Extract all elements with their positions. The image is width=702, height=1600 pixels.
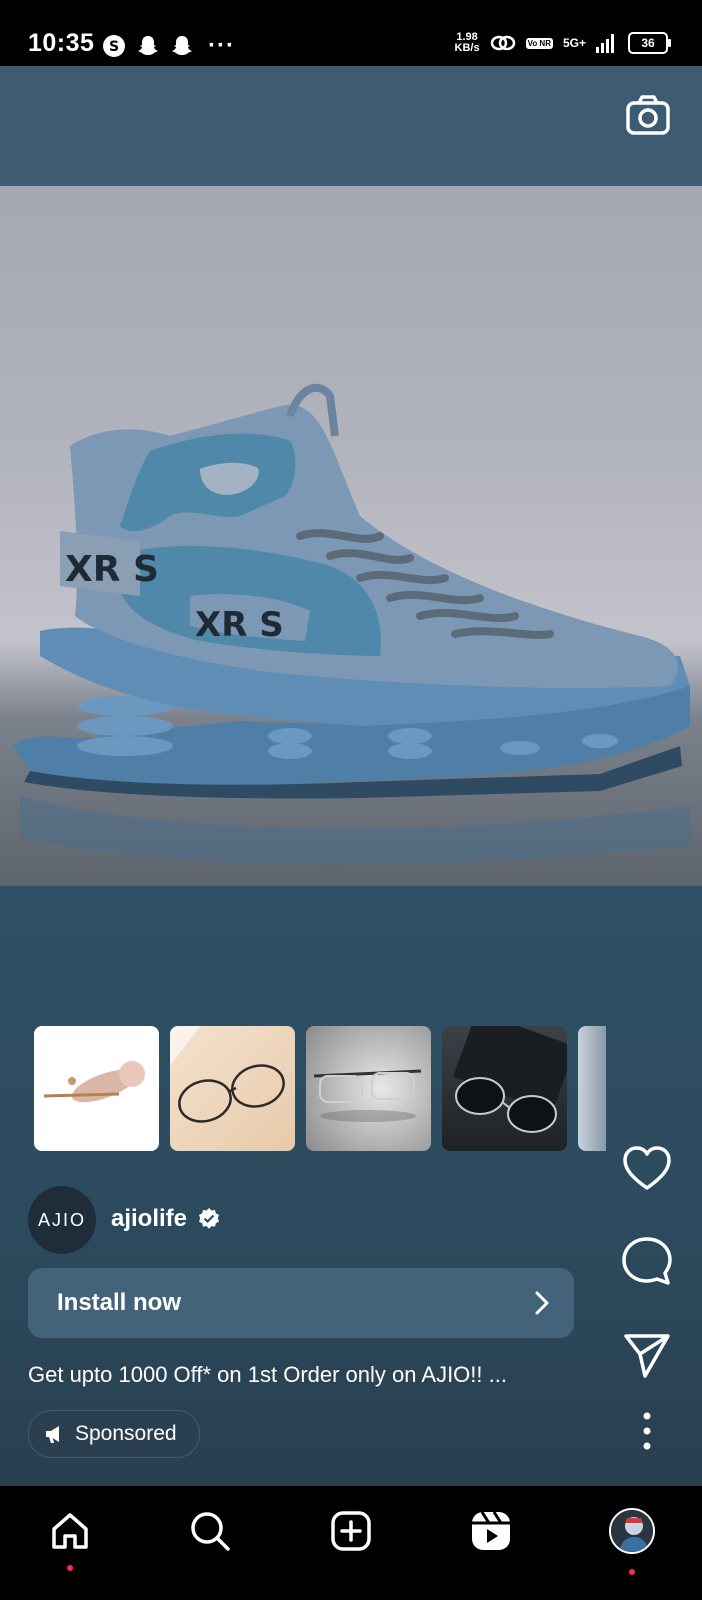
network-type: 5G+ <box>562 36 586 50</box>
thumb-clear-eyeglasses[interactable] <box>306 1026 431 1151</box>
clear-glasses-image <box>313 1069 422 1122</box>
home-notification-dot <box>67 1565 73 1571</box>
shazam-icon: S <box>103 35 125 57</box>
sponsored-label: Sponsored <box>75 1422 177 1445</box>
battery-level: 36 <box>641 36 655 50</box>
sponsored-badge[interactable]: Sponsored <box>28 1410 200 1458</box>
ad-info-area <box>0 886 702 1486</box>
ad-media-image[interactable]: XR S XR S <box>0 186 702 886</box>
bottom-navigation <box>0 1486 702 1600</box>
profile-avatar <box>609 1508 655 1554</box>
signal-icon <box>596 34 614 53</box>
account-avatar[interactable]: AJIO <box>28 1186 96 1254</box>
heart-icon[interactable] <box>620 1142 674 1196</box>
eyeglasses-image <box>170 1026 285 1123</box>
plus-square-icon <box>331 1511 371 1551</box>
account-handle-row[interactable]: ajiolife <box>111 1205 221 1233</box>
shoe-strap-text: XR S <box>65 549 159 590</box>
network-speed: 1.98 KB/s <box>455 32 480 54</box>
snapchat-icon <box>138 36 158 55</box>
nav-search[interactable] <box>185 1506 235 1556</box>
nav-create[interactable] <box>326 1506 376 1556</box>
svg-text:S: S <box>109 39 119 55</box>
reels-icon <box>472 1511 510 1550</box>
ad-caption[interactable]: Get upto 1000 Off* on 1st Order only on … <box>28 1362 507 1388</box>
send-icon[interactable] <box>620 1328 674 1382</box>
thumb-partial-next[interactable] <box>578 1026 606 1151</box>
comment-icon[interactable] <box>620 1234 674 1288</box>
battery-indicator: 36 <box>628 32 671 54</box>
product-carousel <box>34 1026 606 1151</box>
account-handle[interactable]: ajiolife <box>111 1205 187 1233</box>
network-speed-unit: KB/s <box>454 42 480 54</box>
more-notifications-icon: ··· <box>208 32 235 59</box>
nav-reels[interactable] <box>466 1506 516 1556</box>
accessory-image <box>43 1061 145 1103</box>
reel-header <box>0 66 702 186</box>
nav-home[interactable] <box>45 1506 95 1556</box>
more-vertical-icon[interactable] <box>620 1404 674 1458</box>
camera-icon[interactable] <box>624 92 672 140</box>
verified-badge-icon <box>199 1208 220 1229</box>
account-logo-text: AJIO <box>37 1209 86 1230</box>
thumb-sunglasses[interactable] <box>442 1026 567 1151</box>
shoe-side-text: XR S <box>195 605 284 645</box>
nav-profile[interactable] <box>607 1506 657 1556</box>
hotspot-link-icon <box>490 35 515 51</box>
megaphone-icon <box>46 1426 59 1443</box>
sneaker-illustration: XR S XR S <box>12 383 690 865</box>
status-system-icons: 1.98 KB/s Vo NR 5G+ 36 <box>455 32 671 54</box>
volte-badge: Vo NR <box>525 37 553 49</box>
status-notification-icons: S ··· <box>102 32 235 60</box>
install-now-button[interactable]: Install now <box>28 1268 574 1338</box>
home-icon <box>52 1513 88 1549</box>
chevron-right-icon <box>535 1291 549 1315</box>
status-bar: 10:35 S ··· 1.98 KB/s Vo NR 5G+ 36 <box>0 0 702 66</box>
profile-notification-dot <box>629 1569 635 1575</box>
thumb-metal-eyeglasses[interactable] <box>170 1026 295 1151</box>
snapchat-icon <box>172 36 192 55</box>
status-time: 10:35 <box>28 29 95 57</box>
thumb-rose-gold-accessory[interactable] <box>34 1026 159 1151</box>
search-icon <box>191 1512 230 1551</box>
sunglasses-image <box>453 1026 567 1133</box>
install-now-label: Install now <box>57 1289 182 1316</box>
